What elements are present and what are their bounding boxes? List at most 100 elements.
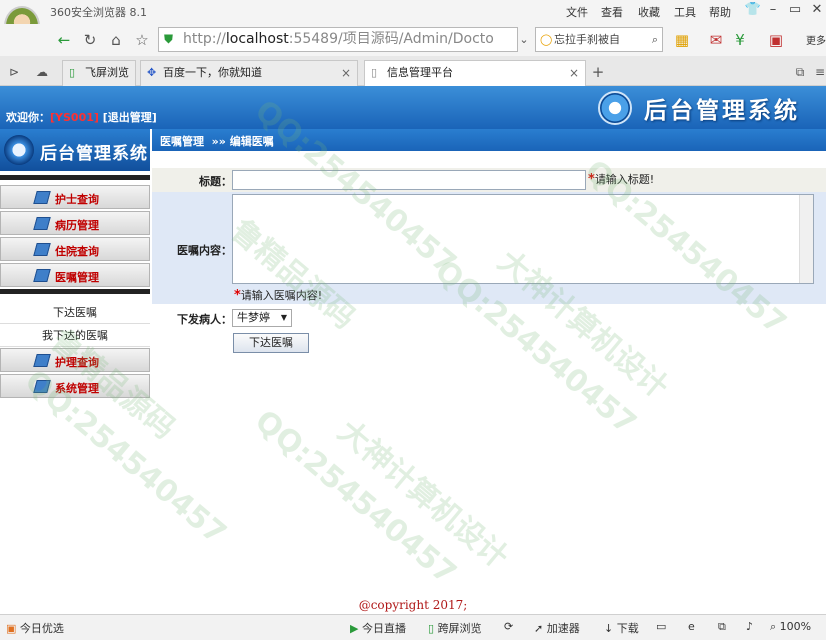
tab-baidu[interactable]: ✥ 百度一下，你就知道 × bbox=[140, 60, 358, 86]
sidebar-toggle-icon[interactable]: ⊳ bbox=[4, 62, 24, 82]
new-tab-icon[interactable]: + bbox=[588, 62, 608, 82]
system-logo-icon bbox=[598, 91, 632, 125]
menu-help[interactable]: 帮助 bbox=[709, 4, 731, 20]
logout-link[interactable]: [退出管理] bbox=[103, 111, 157, 124]
restore-tabs-icon[interactable]: ⧉ bbox=[790, 62, 810, 82]
sidebar-item-nursing-query[interactable]: 护理查询 bbox=[0, 348, 150, 372]
menu-icon bbox=[33, 380, 51, 393]
refresh-icon[interactable]: ↻ bbox=[80, 30, 100, 50]
money-icon[interactable]: ¥ bbox=[730, 30, 750, 50]
search-engine-icon: ◯ bbox=[540, 33, 553, 46]
more-button[interactable]: 更多 bbox=[806, 32, 826, 47]
browser-app-name: 360安全浏览器 8.1 bbox=[50, 6, 147, 19]
tab-bar: ⊳ ☁ ▯ 飞屏浏览 ✥ 百度一下，你就知道 × ▯ 信息管理平台 × + ⧉ … bbox=[0, 56, 826, 86]
content-textarea[interactable] bbox=[232, 194, 814, 284]
play-icon: ▶ bbox=[350, 622, 359, 635]
refresh-icon[interactable]: ⟳ bbox=[504, 620, 513, 633]
browser-titlebar: 360安全浏览器 8.1 文件 查看 收藏 工具 帮助 👕 – ▭ ✕ bbox=[0, 0, 826, 24]
browser-statusbar: ▣ 今日优选 ▶ 今日直播 ▯ 跨屏浏览 ⟳ ➚ 加速器 ↓ 下载 ▭ e ⧉ … bbox=[0, 614, 826, 640]
sidebar-logo: 后台管理系统 bbox=[0, 129, 150, 171]
logo-icon bbox=[4, 135, 34, 165]
sidebar-subitem-issue-order[interactable]: 下达医嘱 bbox=[0, 302, 150, 324]
window-icon[interactable]: ▭ bbox=[656, 620, 666, 633]
patient-label: 下发病人： bbox=[177, 313, 232, 326]
shield-icon: ⛊ bbox=[164, 32, 174, 46]
user-id: [YS001] bbox=[50, 111, 99, 124]
close-icon[interactable]: ✕ bbox=[806, 2, 826, 20]
zoom-level[interactable]: ⌕ 100% bbox=[770, 620, 811, 634]
live-link[interactable]: ▶ 今日直播 bbox=[350, 620, 406, 636]
phone-icon: ▯ bbox=[428, 622, 435, 635]
title-label: 标题： bbox=[199, 175, 232, 188]
mail-icon[interactable]: ✉ bbox=[706, 30, 726, 50]
sidebar-item-inpatient-query[interactable]: 住院查询 bbox=[0, 237, 150, 261]
dropdown-arrow-icon: ▼ bbox=[280, 313, 287, 322]
submit-order-button[interactable]: 下达医嘱 bbox=[233, 333, 309, 353]
menu-icon bbox=[33, 217, 51, 230]
minimize-icon[interactable]: – bbox=[762, 2, 784, 20]
ie-icon[interactable]: e bbox=[688, 620, 695, 633]
cloud-icon[interactable]: ☁ bbox=[32, 62, 52, 82]
adblock-icon[interactable]: ▣ bbox=[766, 30, 786, 50]
menu-favorites[interactable]: 收藏 bbox=[638, 4, 660, 20]
sidebar-title: 后台管理系统 bbox=[40, 144, 148, 164]
browser-navbar: ← ↻ ⌂ ☆ ⛊ http://localhost:55489/项目源码/Ad… bbox=[0, 24, 826, 56]
sidebar-item-orders[interactable]: 医嘱管理 bbox=[0, 263, 150, 287]
search-input[interactable]: ◯ 忘拉手刹被自 ⌕ bbox=[535, 27, 663, 52]
magnifier-icon: ⌕ bbox=[770, 620, 777, 633]
search-icon[interactable]: ⌕ bbox=[652, 28, 658, 51]
shirt-icon[interactable]: 👕 bbox=[742, 2, 764, 20]
menu-icon bbox=[33, 354, 51, 367]
apps-icon[interactable]: ▦ bbox=[672, 30, 692, 50]
title-hint: *请输入标题! bbox=[588, 172, 655, 187]
paw-icon: ✥ bbox=[147, 66, 157, 79]
tab-close-icon[interactable]: × bbox=[569, 61, 579, 85]
address-bar[interactable]: ⛊ http://localhost:55489/项目源码/Admin/Doct… bbox=[158, 27, 518, 52]
menu-file[interactable]: 文件 bbox=[566, 4, 588, 20]
menu-icon bbox=[33, 243, 51, 256]
tab-screen-browse[interactable]: ▯ 飞屏浏览 bbox=[62, 60, 136, 86]
sidebar-item-nurse-query[interactable]: 护士查询 bbox=[0, 185, 150, 209]
page-icon: ▯ bbox=[371, 66, 378, 79]
chevron-down-icon[interactable]: ⌄ bbox=[514, 30, 534, 50]
scrollbar[interactable] bbox=[799, 195, 813, 283]
sound-icon[interactable]: ♪ bbox=[746, 620, 753, 633]
maximize-icon[interactable]: ▭ bbox=[784, 2, 806, 20]
title-input[interactable] bbox=[232, 170, 586, 190]
divider bbox=[0, 175, 150, 180]
phone-icon: ▯ bbox=[69, 66, 76, 79]
content-label: 医嘱内容： bbox=[177, 244, 232, 257]
star-icon[interactable]: ☆ bbox=[132, 30, 152, 50]
gift-icon: ▣ bbox=[6, 622, 17, 635]
download-icon: ↓ bbox=[604, 622, 614, 635]
menu-icon bbox=[33, 269, 51, 282]
breadcrumb-page: 编辑医嘱 bbox=[229, 135, 274, 148]
tab-list-icon[interactable]: ≡ bbox=[810, 62, 826, 82]
screen-browse[interactable]: ▯ 跨屏浏览 bbox=[428, 620, 482, 636]
breadcrumb-separator: »» bbox=[211, 135, 226, 148]
accelerator[interactable]: ➚ 加速器 bbox=[534, 620, 580, 636]
sidebar: 后台管理系统 护士查询 病历管理 住院查询 医嘱管理 下达医嘱 我下达的医嘱 护… bbox=[0, 129, 150, 409]
sidebar-item-records[interactable]: 病历管理 bbox=[0, 211, 150, 235]
menu-tools[interactable]: 工具 bbox=[674, 4, 696, 20]
copyright: @copyright 2017; bbox=[358, 598, 468, 612]
content-hint: *请输入医嘱内容! bbox=[234, 288, 323, 303]
copy-icon[interactable]: ⧉ bbox=[718, 620, 726, 634]
today-picks[interactable]: ▣ 今日优选 bbox=[6, 620, 64, 636]
breadcrumb-section[interactable]: 医嘱管理 bbox=[160, 135, 204, 148]
welcome-text: 欢迎你：[YS001] [退出管理] bbox=[6, 111, 157, 124]
patient-select[interactable]: 牛梦婷 ▼ bbox=[232, 309, 292, 327]
tab-info-platform[interactable]: ▯ 信息管理平台 × bbox=[364, 60, 586, 86]
divider bbox=[0, 289, 150, 294]
download-link[interactable]: ↓ 下载 bbox=[604, 620, 639, 636]
watermark: 大神计算机设计 bbox=[331, 413, 515, 576]
rocket-icon: ➚ bbox=[534, 622, 544, 635]
menu-view[interactable]: 查看 bbox=[601, 4, 623, 20]
sidebar-item-system[interactable]: 系统管理 bbox=[0, 374, 150, 398]
home-icon[interactable]: ⌂ bbox=[106, 30, 126, 50]
tab-close-icon[interactable]: × bbox=[341, 61, 351, 85]
sidebar-subitem-my-orders[interactable]: 我下达的医嘱 bbox=[0, 325, 150, 347]
system-title: 后台管理系统 bbox=[644, 98, 800, 124]
back-icon[interactable]: ← bbox=[54, 30, 74, 50]
page-banner: 欢迎你：[YS001] [退出管理] 后台管理系统 bbox=[0, 86, 826, 129]
